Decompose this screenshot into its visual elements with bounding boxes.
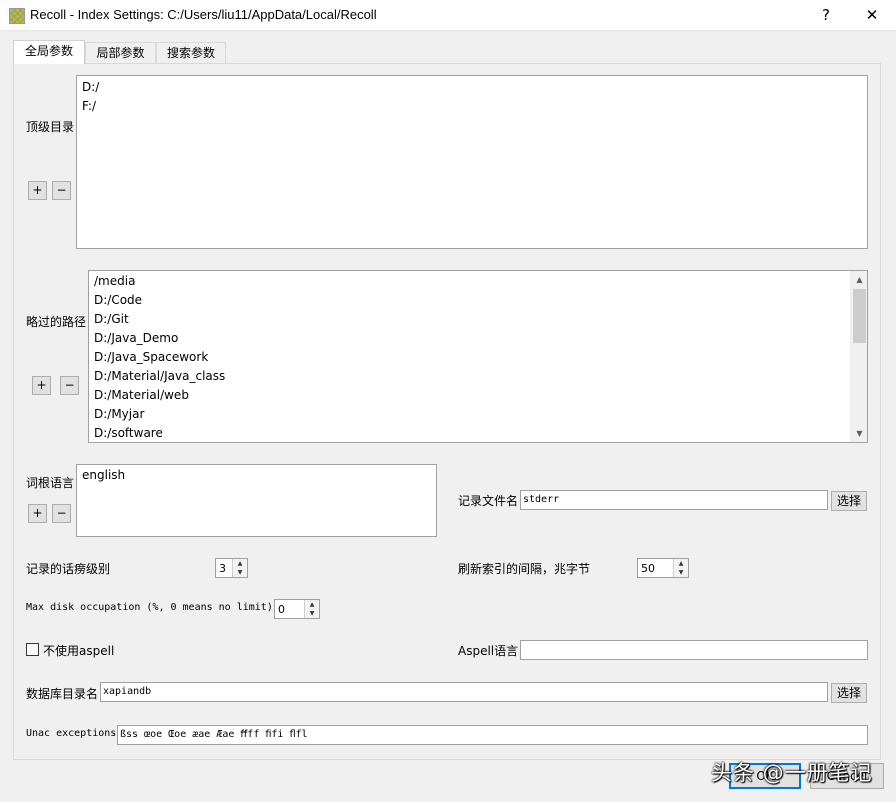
- no-aspell-label[interactable]: 不使用aspell: [43, 642, 114, 659]
- stemming-remove-button[interactable]: −: [52, 504, 71, 523]
- max-disk-label: Max disk occupation (%, 0 means no limit…: [26, 602, 273, 613]
- list-item[interactable]: D:/Java_Spacework: [94, 350, 208, 364]
- tab-global-params[interactable]: 全局参数: [13, 40, 85, 64]
- log-file-choose-button[interactable]: 选择: [831, 491, 867, 511]
- log-verbosity-label: 记录的话痨级别: [26, 562, 111, 576]
- list-item[interactable]: D:/: [82, 80, 99, 94]
- unac-input[interactable]: ßss œoe Œoe æae Æae ﬀff ﬁfi ﬂfl: [117, 725, 868, 745]
- flush-interval-spinbox[interactable]: 50 ▲ ▼: [637, 558, 689, 578]
- tab-search-params[interactable]: 搜索参数: [156, 42, 226, 63]
- stemming-list[interactable]: english: [76, 464, 437, 537]
- spin-down-icon[interactable]: ▼: [674, 568, 688, 577]
- list-item[interactable]: D:/Myjar: [94, 407, 144, 421]
- window-title: Recoll - Index Settings: C:/Users/liu11/…: [30, 7, 377, 22]
- topdirs-label: 顶级目录: [26, 120, 75, 134]
- db-dir-label: 数据库目录名: [26, 687, 99, 701]
- list-item[interactable]: D:/Java_Demo: [94, 331, 178, 345]
- title-bar: Recoll - Index Settings: C:/Users/liu11/…: [0, 0, 896, 31]
- scroll-down-arrow-icon[interactable]: ▼: [851, 425, 868, 442]
- topdirs-remove-button[interactable]: −: [52, 181, 71, 200]
- log-verbosity-value: 3: [219, 562, 226, 575]
- skipped-paths-list[interactable]: /media D:/Code D:/Git D:/Java_Demo D:/Ja…: [88, 270, 868, 443]
- close-button[interactable]: ✕: [850, 0, 894, 31]
- spin-up-icon[interactable]: ▲: [674, 559, 688, 568]
- flush-interval-label: 刷新索引的间隔，兆字节: [458, 562, 591, 576]
- aspell-language-input[interactable]: [520, 640, 868, 660]
- scroll-thumb[interactable]: [853, 289, 866, 343]
- list-item[interactable]: /media: [94, 274, 135, 288]
- log-file-input[interactable]: stderr: [520, 490, 828, 510]
- spin-down-icon[interactable]: ▼: [233, 568, 247, 577]
- unac-label: Unac exceptions: [26, 728, 117, 739]
- spin-up-icon[interactable]: ▲: [305, 600, 319, 609]
- no-aspell-checkbox[interactable]: [26, 643, 39, 656]
- list-item[interactable]: F:/: [82, 99, 96, 113]
- log-verbosity-spinbox[interactable]: 3 ▲ ▼: [215, 558, 248, 578]
- scroll-up-arrow-icon[interactable]: ▲: [851, 271, 868, 288]
- help-button[interactable]: ?: [804, 0, 848, 31]
- topdirs-add-button[interactable]: +: [28, 181, 47, 200]
- skipped-paths-scrollbar[interactable]: ▲ ▼: [850, 271, 867, 442]
- recoll-app-icon: [9, 8, 25, 24]
- list-item[interactable]: english: [82, 468, 125, 482]
- stemming-add-button[interactable]: +: [28, 504, 47, 523]
- spin-up-icon[interactable]: ▲: [233, 559, 247, 568]
- list-item[interactable]: D:/Git: [94, 312, 129, 326]
- list-item[interactable]: D:/Material/web: [94, 388, 189, 402]
- list-item[interactable]: D:/software: [94, 426, 163, 440]
- list-item[interactable]: D:/Material/Java_class: [94, 369, 225, 383]
- tab-local-params[interactable]: 局部参数: [85, 42, 156, 63]
- db-dir-choose-button[interactable]: 选择: [831, 683, 867, 703]
- db-dir-input[interactable]: xapiandb: [100, 682, 828, 702]
- skipped-add-button[interactable]: +: [32, 376, 51, 395]
- skipped-paths-label: 略过的路径: [26, 315, 87, 329]
- stemming-label: 词根语言: [26, 476, 75, 490]
- max-disk-value: 0: [278, 603, 285, 616]
- skipped-remove-button[interactable]: −: [60, 376, 79, 395]
- flush-interval-value: 50: [641, 562, 655, 575]
- list-item[interactable]: D:/Code: [94, 293, 142, 307]
- topdirs-list[interactable]: D:/ F:/: [76, 75, 868, 249]
- max-disk-spinbox[interactable]: 0 ▲ ▼: [274, 599, 320, 619]
- watermark: 头条 @一册笔记: [711, 761, 873, 785]
- log-file-label: 记录文件名: [458, 494, 519, 508]
- aspell-language-label: Aspell语言: [458, 644, 519, 658]
- spin-down-icon[interactable]: ▼: [305, 609, 319, 618]
